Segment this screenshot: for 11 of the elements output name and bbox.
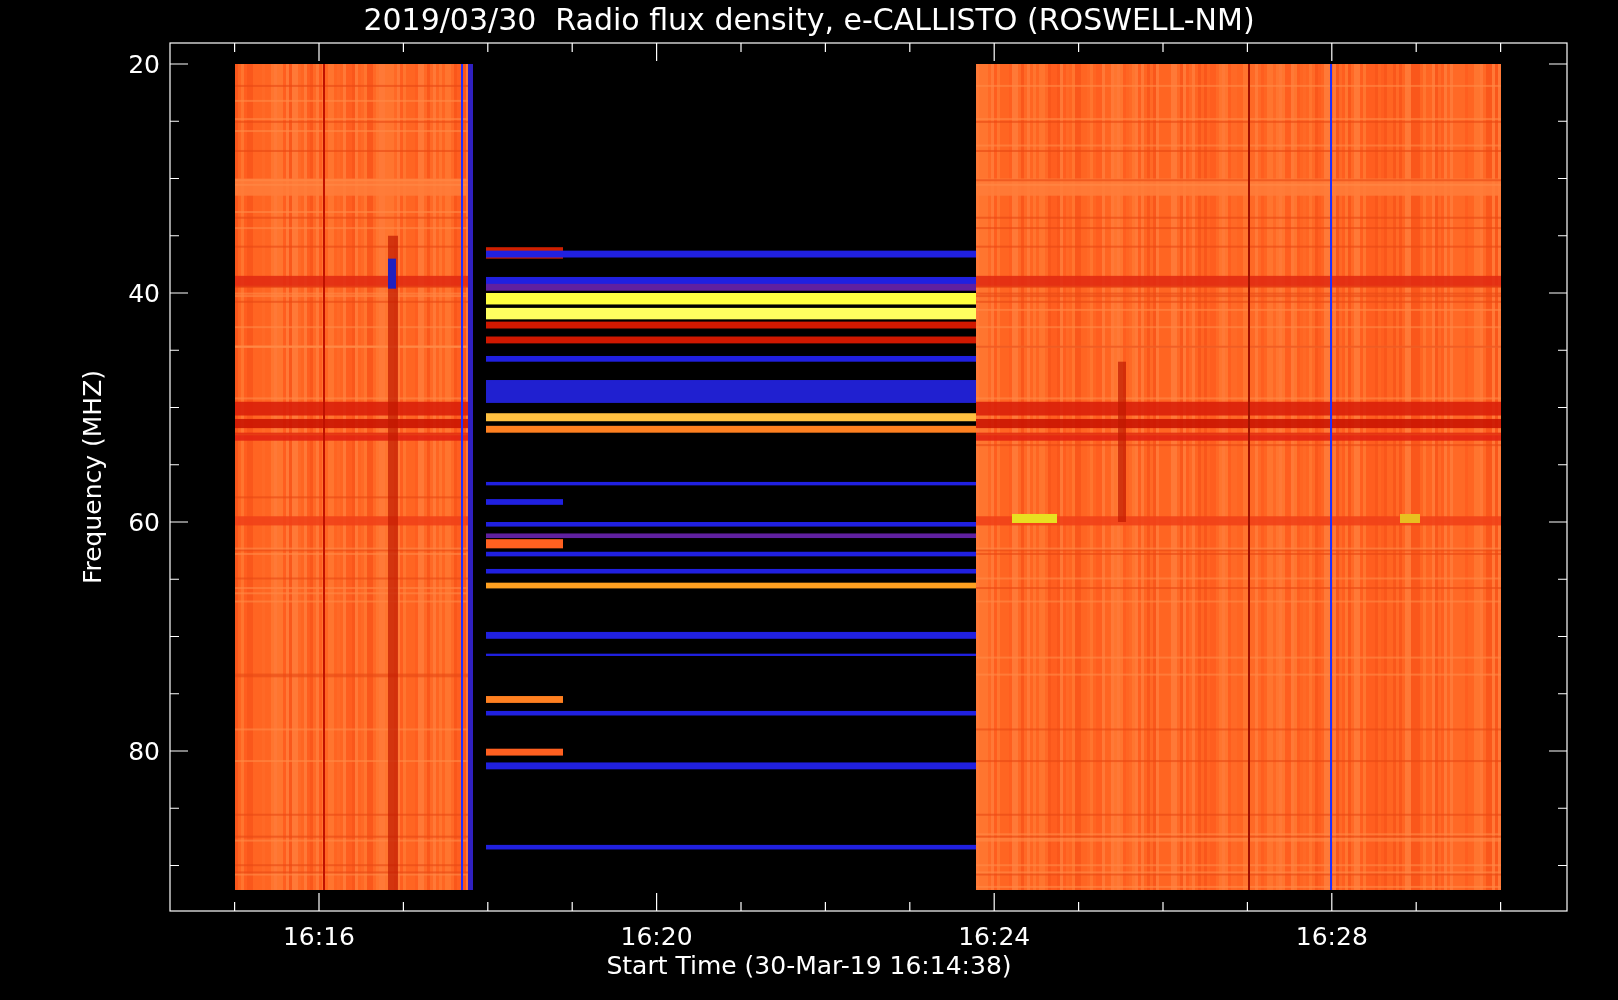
tick-label: 16:20 [620,922,693,951]
tick-label: 16:16 [283,922,355,951]
chart-title: 2019/03/30 Radio flux density, e-CALLISTO (ROSWELL-NM) [363,2,1255,37]
tick-label: 40 [128,279,160,308]
axis-title: Start Time (30-Mar-19 16:14:38) [606,951,1012,980]
tick-label: 60 [128,508,160,537]
tick-label: 16:28 [1295,922,1368,951]
tick-label: 20 [128,50,160,79]
tick-label: 16:24 [958,922,1031,951]
tick-label: 80 [128,737,160,766]
axis-title: Frequency (MHZ) [78,369,107,585]
